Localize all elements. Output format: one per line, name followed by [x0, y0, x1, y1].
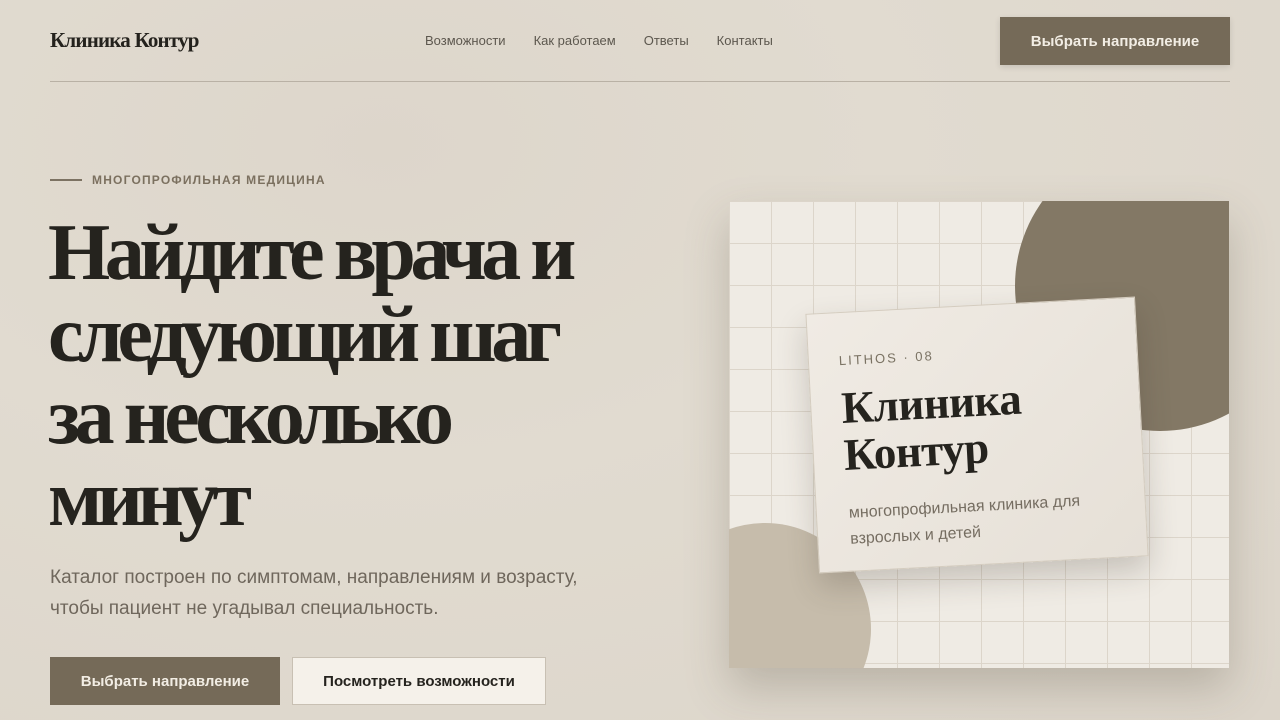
hero-description-line: чтобы пациент не угадывал специальность. — [50, 598, 439, 619]
clinic-card-title-line: Контур — [842, 422, 990, 480]
clinic-card-title: Клиника Контур — [840, 373, 1025, 480]
clinic-card-subtitle: многопрофильная клиника для взрослых и д… — [848, 492, 1081, 548]
hero-description: Каталог построен по симптомам, направлен… — [50, 562, 670, 624]
hero-eyebrow: МНОГОПРОФИЛЬНАЯ МЕДИЦИНА — [50, 173, 326, 187]
view-features-button[interactable]: Посмотреть возможности — [292, 657, 546, 705]
hero-description-line: Каталог построен по симптомам, направлен… — [50, 567, 578, 588]
nav-link-answers[interactable]: Ответы — [644, 33, 689, 48]
hero-title-line: Найдите врача и — [48, 209, 576, 297]
main-nav: Возможности Как работаем Ответы Контакты — [425, 33, 773, 48]
header-choose-direction-button[interactable]: Выбрать направление — [1000, 17, 1230, 65]
eyebrow-text: МНОГОПРОФИЛЬНАЯ МЕДИЦИНА — [92, 173, 326, 187]
logo[interactable]: Клиника Контур — [50, 28, 199, 53]
hero-title: Найдите врача и следующий шаг за несколь… — [48, 212, 648, 540]
nav-link-contacts[interactable]: Контакты — [717, 33, 773, 48]
clinic-card-kicker: LITHOS · 08 — [838, 348, 935, 369]
hero-title-line: минут — [48, 455, 252, 543]
hero-title-line: следующий шаг — [48, 291, 562, 379]
site-header: Клиника Контур Возможности Как работаем … — [50, 0, 1230, 82]
clinic-card-title-line: Клиника — [840, 373, 1023, 434]
hero-title-line: за несколько — [48, 373, 454, 461]
nav-link-how-we-work[interactable]: Как работаем — [534, 33, 616, 48]
choose-direction-button[interactable]: Выбрать направление — [50, 657, 280, 705]
nav-link-features[interactable]: Возможности — [425, 33, 506, 48]
eyebrow-divider — [50, 179, 82, 181]
clinic-card: LITHOS · 08 Клиника Контур многопрофильн… — [805, 296, 1149, 574]
